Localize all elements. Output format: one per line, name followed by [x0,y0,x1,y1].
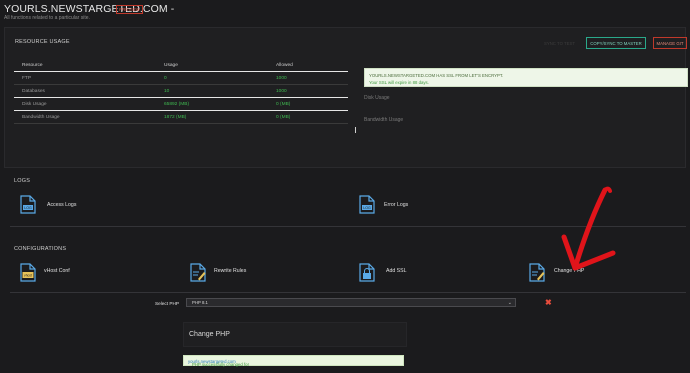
php-version-value: PHP 8.1 [192,300,208,305]
site-subtitle: All functions related to a particular si… [4,15,90,21]
ssl-icon[interactable] [359,263,375,282]
ssl-status-alert: YOURLS.NEWSTARGETED.COM HAS SSL FROM LET… [364,68,688,87]
bandwidth-usage-bar [355,127,356,133]
resource-usage: 1872 (MB) [164,115,187,120]
divider [10,292,686,293]
log-file-icon[interactable]: LOG [359,195,375,214]
change-php-button-label: Change PHP [189,331,230,338]
resource-allowed: 1000 [276,76,287,81]
resource-usage-heading: RESOURCE USAGE [15,39,70,45]
log-file-icon[interactable]: LOG [20,195,36,214]
vhost-conf-link[interactable]: vHost Conf [44,268,70,274]
svg-text:LOG: LOG [363,206,371,210]
php-icon[interactable] [529,263,545,282]
preview-button[interactable]: PREVIEW [116,5,143,14]
resource-usage-panel: RESOURCE USAGE SYNC TO TEST COPY/SYNC TO… [4,27,688,168]
resource-allowed: 1000 [276,89,287,94]
table-row: Databases 10 1000 [14,85,348,98]
svg-text:LOG: LOG [24,206,32,210]
column-header-usage: Usage [164,63,178,68]
copy-sync-master-button[interactable]: COPY/SYNC TO MASTER [586,37,646,49]
php-success-alert: PHP successfully changed for yourls.news… [183,355,404,367]
rewrite-rules-link[interactable]: Rewrite Rules [214,268,246,274]
configurations-heading: CONFIGURATIONS [14,246,67,252]
bandwidth-usage-label: Bandwidth Usage [364,117,404,123]
resource-usage: 10 [164,89,170,94]
php-success-prefix: PHP successfully changed for [192,362,250,367]
rewrite-icon[interactable] [190,263,206,282]
annotation-arrow-icon [561,186,616,271]
table-row: FTP 0 1000 [14,72,348,85]
add-ssl-link[interactable]: Add SSL [386,268,406,274]
table-header-row: Resource Usage Allowed [14,59,348,72]
logs-heading: LOGS [14,178,31,184]
manage-git-button[interactable]: MANAGE GIT [653,37,687,49]
resource-usage: 0 [164,76,167,81]
change-php-button[interactable]: Change PHP [183,322,407,347]
resource-table: Resource Usage Allowed FTP 0 1000 Databa… [14,59,348,124]
resource-name: Bandwidth Usage [22,115,60,120]
resource-name: FTP [22,76,32,81]
resource-allowed: 0 (MB) [276,102,291,107]
column-header-resource: Resource [22,63,43,68]
error-logs-link[interactable]: Error Logs [384,202,408,208]
close-icon[interactable]: ✖ [545,298,552,307]
resource-name: Disk Usage [22,102,47,107]
ssl-status-message: Your SSL will expire in 88 days. [369,80,429,85]
resource-name: Databases [22,89,45,94]
ssl-status-title: YOURLS.NEWSTARGETED.COM HAS SSL FROM LET… [369,73,504,78]
vhost-icon[interactable]: vhost [20,263,36,282]
disk-usage-label: Disk Usage [364,95,390,101]
table-row: Bandwidth Usage 1872 (MB) 0 (MB) [14,111,348,124]
svg-text:vhost: vhost [24,274,32,278]
table-row: Disk Usage 65892 (MB) 0 (MB) [14,98,348,111]
resource-usage: 65892 (MB) [164,102,190,107]
access-logs-link[interactable]: Access Logs [47,202,76,208]
site-title: YOURLS.NEWSTARGETED.COM - [4,3,175,15]
chevron-down-icon: ⌄ [507,300,512,306]
select-php-label: Select PHP [155,301,179,306]
php-success-message: PHP successfully changed for yourls.news… [188,359,249,367]
column-header-allowed: Allowed [276,63,293,68]
resource-allowed: 0 (MB) [276,115,291,120]
php-version-select[interactable]: PHP 8.1 ⌄ [186,298,516,307]
sync-button-disabled: SYNC TO TEST [543,41,576,46]
